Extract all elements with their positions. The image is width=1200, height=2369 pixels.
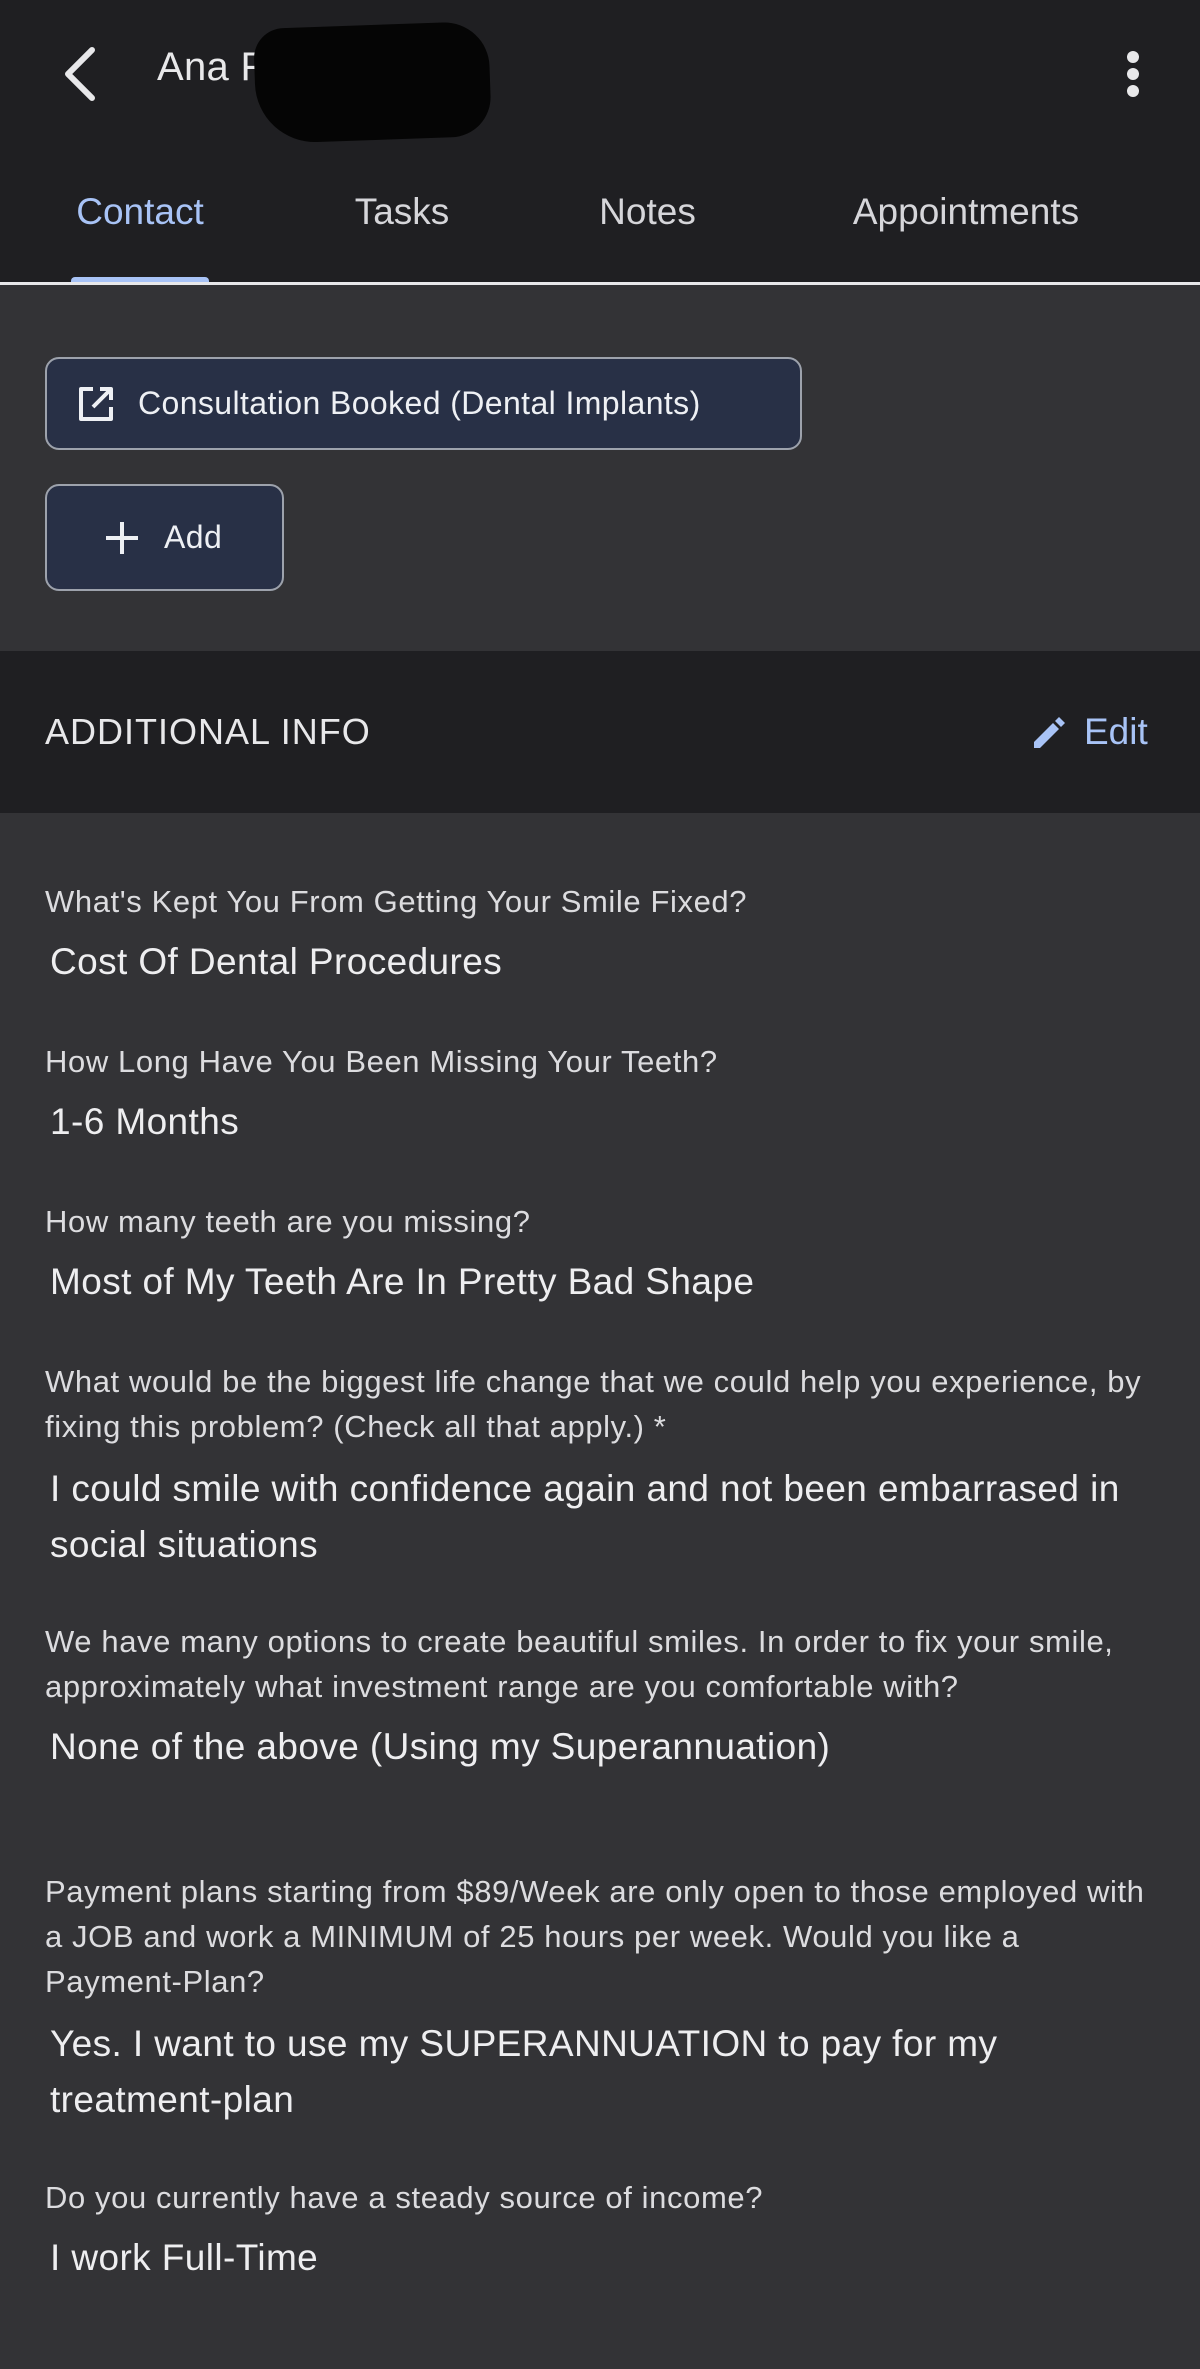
app-header: Ana F Contact Tasks Notes Appointments [0, 0, 1200, 283]
field-answer: Most of My Teeth Are In Pretty Bad Shape [50, 1261, 755, 1302]
tab-contact[interactable]: Contact [56, 165, 224, 282]
add-opportunity-button[interactable]: Add [45, 484, 284, 591]
tab-bar: Contact Tasks Notes Appointments [0, 165, 1200, 282]
opportunity-chip[interactable]: Consultation Booked (Dental Implants) [45, 357, 802, 450]
tab-tasks[interactable]: Tasks [322, 165, 482, 282]
field-answer: None of the above (Using my Superannuati… [50, 1726, 831, 1767]
field-question: We have many options to create beautiful… [45, 1624, 1114, 1704]
field-question: Do you currently have a steady source of… [45, 2180, 764, 2215]
chevron-left-icon [60, 44, 100, 109]
edit-button[interactable]: Edit [1028, 651, 1148, 813]
info-field: Payment plans starting from $89/Week are… [45, 1869, 1155, 2128]
tab-notes[interactable]: Notes [565, 165, 730, 282]
field-answer: I work Full-Time [50, 2237, 319, 2278]
add-button-label: Add [164, 519, 223, 555]
field-answer: Yes. I want to use my SUPERANNUATION to … [50, 2023, 998, 2120]
more-vertical-icon [1125, 49, 1141, 104]
tab-appointments[interactable]: Appointments [820, 165, 1112, 282]
field-question: What would be the biggest life change th… [45, 1364, 1142, 1444]
section-title: ADDITIONAL INFO [45, 711, 371, 752]
field-answer: 1-6 Months [50, 1101, 240, 1142]
contact-name: Ana F [157, 45, 266, 89]
info-field: We have many options to create beautiful… [45, 1619, 1155, 1775]
open-in-new-icon [74, 382, 118, 426]
opportunity-section: Consultation Booked (Dental Implants) Ad… [0, 285, 1200, 651]
contact-detail-screen: Ana F Contact Tasks Notes Appointments C… [0, 0, 1200, 2369]
plus-icon [102, 518, 142, 558]
opportunity-label: Consultation Booked (Dental Implants) [138, 385, 701, 421]
info-field: Do you currently have a steady source of… [45, 2175, 1155, 2286]
field-question: How many teeth are you missing? [45, 1204, 531, 1239]
info-field: How Long Have You Been Missing Your Teet… [45, 1039, 1155, 1150]
more-options-button[interactable] [1100, 38, 1166, 114]
info-field: What would be the biggest life change th… [45, 1359, 1155, 1573]
back-button[interactable] [40, 38, 120, 114]
pencil-icon [1028, 710, 1072, 754]
info-field: How many teeth are you missing? Most of … [45, 1199, 1155, 1310]
field-answer: I could smile with confidence again and … [50, 1468, 1120, 1565]
redaction-mark [253, 20, 492, 145]
field-question: What's Kept You From Getting Your Smile … [45, 884, 748, 919]
field-question: Payment plans starting from $89/Week are… [45, 1874, 1145, 1999]
edit-label: Edit [1084, 711, 1148, 752]
additional-info-header: ADDITIONAL INFO Edit [0, 651, 1200, 813]
field-question: How Long Have You Been Missing Your Teet… [45, 1044, 718, 1079]
field-answer: Cost Of Dental Procedures [50, 941, 503, 982]
info-field: What's Kept You From Getting Your Smile … [45, 879, 1155, 990]
